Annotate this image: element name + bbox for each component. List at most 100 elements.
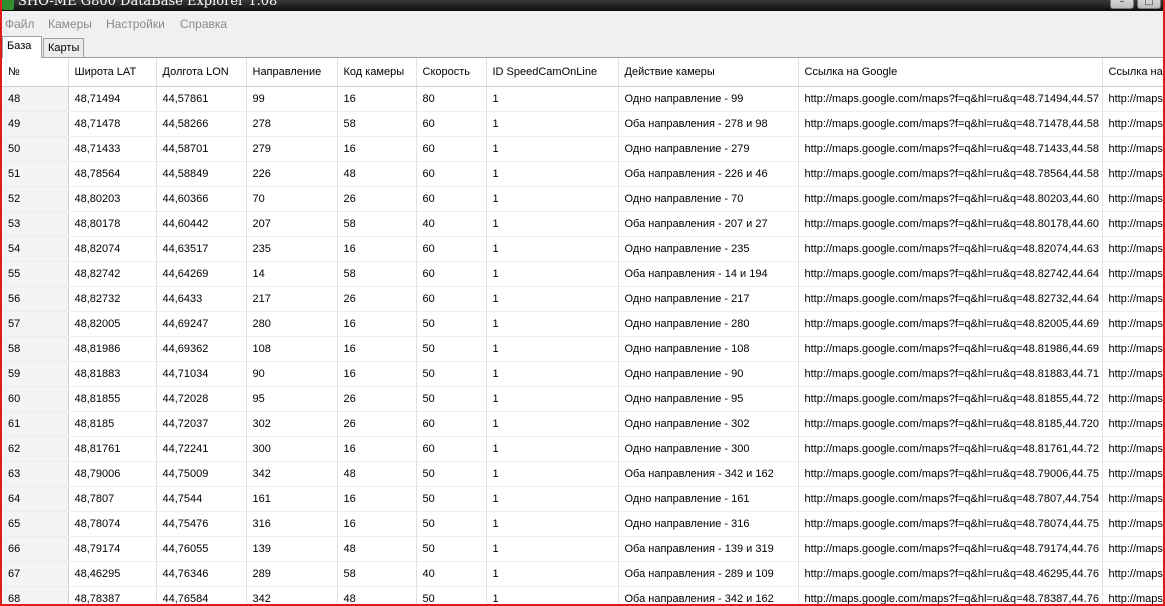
- table-cell[interactable]: http://maps: [1102, 161, 1163, 187]
- table-cell[interactable]: http://maps: [1102, 561, 1163, 587]
- table-cell[interactable]: Одно направление - 161: [618, 486, 799, 512]
- table-cell[interactable]: 16: [337, 86, 417, 112]
- table-cell[interactable]: 40: [416, 211, 487, 237]
- table-cell[interactable]: http://maps.google.com/maps?f=q&hl=ru&q=…: [798, 311, 1103, 337]
- table-cell[interactable]: 60: [416, 236, 487, 262]
- table-cell[interactable]: 1: [486, 286, 619, 312]
- table-cell[interactable]: Одно направление - 279: [618, 136, 799, 162]
- table-cell[interactable]: http://maps: [1102, 86, 1163, 112]
- table-cell[interactable]: 68: [2, 586, 69, 604]
- table-cell[interactable]: 40: [416, 561, 487, 587]
- table-cell[interactable]: 48,81986: [68, 336, 157, 362]
- table-row[interactable]: 59 48,81883 44,71034 90 16 50 1 Одно направлени…: [2, 361, 1163, 387]
- table-cell[interactable]: 16: [337, 486, 417, 512]
- table-cell[interactable]: http://maps.google.com/maps?f=q&hl=ru&q=…: [798, 161, 1103, 187]
- table-cell[interactable]: 44,72028: [156, 386, 247, 412]
- table-cell[interactable]: 62: [2, 436, 69, 462]
- table-cell[interactable]: 26: [337, 411, 417, 437]
- table-cell[interactable]: 44,64269: [156, 261, 247, 287]
- table-cell[interactable]: 108: [246, 336, 338, 362]
- table-cell[interactable]: http://maps: [1102, 511, 1163, 537]
- table-cell[interactable]: Оба направления - 14 и 194: [618, 261, 799, 287]
- table-cell[interactable]: http://maps.google.com/maps?f=q&hl=ru&q=…: [798, 186, 1103, 212]
- table-cell[interactable]: http://maps: [1102, 111, 1163, 137]
- table-cell[interactable]: 44,76584: [156, 586, 247, 604]
- table-cell[interactable]: 1: [486, 311, 619, 337]
- table-cell[interactable]: 48,78074: [68, 511, 157, 537]
- table-cell[interactable]: 278: [246, 111, 338, 137]
- table-cell[interactable]: Одно направление - 300: [618, 436, 799, 462]
- table-cell[interactable]: 60: [416, 436, 487, 462]
- table-cell[interactable]: 57: [2, 311, 69, 337]
- table-cell[interactable]: 44,57861: [156, 86, 247, 112]
- tab-database[interactable]: База: [2, 36, 42, 58]
- table-cell[interactable]: http://maps: [1102, 236, 1163, 262]
- table-cell[interactable]: Одно направление - 95: [618, 386, 799, 412]
- table-cell[interactable]: 50: [416, 486, 487, 512]
- table-cell[interactable]: http://maps: [1102, 186, 1163, 212]
- table-cell[interactable]: 342: [246, 461, 338, 487]
- table-cell[interactable]: 48,79006: [68, 461, 157, 487]
- table-cell[interactable]: http://maps.google.com/maps?f=q&hl=ru&q=…: [798, 561, 1103, 587]
- column-header[interactable]: ID SpeedCamOnLine: [486, 58, 619, 87]
- table-row[interactable]: 64 48,7807 44,7544 161 16 50 1 Одно направление…: [2, 486, 1163, 512]
- table-cell[interactable]: http://maps: [1102, 411, 1163, 437]
- table-cell[interactable]: 53: [2, 211, 69, 237]
- table-cell[interactable]: http://maps.google.com/maps?f=q&hl=ru&q=…: [798, 236, 1103, 262]
- table-cell[interactable]: http://maps: [1102, 436, 1163, 462]
- table-cell[interactable]: 60: [416, 111, 487, 137]
- table-cell[interactable]: 44,71034: [156, 361, 247, 387]
- menu-cameras[interactable]: Камеры: [48, 17, 92, 31]
- column-header[interactable]: Скорость: [416, 58, 487, 87]
- table-cell[interactable]: 48: [337, 586, 417, 604]
- table-cell[interactable]: 226: [246, 161, 338, 187]
- table-cell[interactable]: 48,71433: [68, 136, 157, 162]
- table-cell[interactable]: http://maps.google.com/maps?f=q&hl=ru&q=…: [798, 136, 1103, 162]
- table-cell[interactable]: 48,82005: [68, 311, 157, 337]
- camera-table[interactable]: № Широта LAT Долгота LON Направление Код кам…: [2, 58, 1163, 604]
- table-cell[interactable]: Оба направления - 342 и 162: [618, 586, 799, 604]
- table-cell[interactable]: 16: [337, 336, 417, 362]
- table-cell[interactable]: 64: [2, 486, 69, 512]
- table-cell[interactable]: 60: [416, 161, 487, 187]
- table-cell[interactable]: 48: [337, 161, 417, 187]
- table-cell[interactable]: Оба направления - 278 и 98: [618, 111, 799, 137]
- table-cell[interactable]: 26: [337, 286, 417, 312]
- table-cell[interactable]: 56: [2, 286, 69, 312]
- table-cell[interactable]: Одно направление - 108: [618, 336, 799, 362]
- table-row[interactable]: 68 48,78387 44,76584 342 48 50 1 Оба направлени…: [2, 586, 1163, 604]
- table-cell[interactable]: http://maps: [1102, 286, 1163, 312]
- table-cell[interactable]: 44,72241: [156, 436, 247, 462]
- table-cell[interactable]: 44,76346: [156, 561, 247, 587]
- table-cell[interactable]: http://maps: [1102, 386, 1163, 412]
- column-header[interactable]: Широта LAT: [68, 58, 157, 87]
- table-cell[interactable]: 26: [337, 186, 417, 212]
- table-row[interactable]: 61 48,8185 44,72037 302 26 60 1 Одно направлени…: [2, 411, 1163, 437]
- table-cell[interactable]: 67: [2, 561, 69, 587]
- table-row[interactable]: 50 48,71433 44,58701 279 16 60 1 Одно направлен…: [2, 136, 1163, 162]
- table-cell[interactable]: 1: [486, 336, 619, 362]
- table-cell[interactable]: http://maps.google.com/maps?f=q&hl=ru&q=…: [798, 486, 1103, 512]
- table-cell[interactable]: 48,81761: [68, 436, 157, 462]
- table-cell[interactable]: 48,71478: [68, 111, 157, 137]
- table-cell[interactable]: 1: [486, 261, 619, 287]
- table-cell[interactable]: 44,58849: [156, 161, 247, 187]
- table-cell[interactable]: 50: [416, 536, 487, 562]
- table-cell[interactable]: 50: [416, 386, 487, 412]
- table-cell[interactable]: 48: [337, 536, 417, 562]
- table-cell[interactable]: Одно направление - 316: [618, 511, 799, 537]
- table-row[interactable]: 48 48,71494 44,57861 99 16 80 1 Одно направлени…: [2, 86, 1163, 112]
- table-row[interactable]: 65 48,78074 44,75476 316 16 50 1 Одно направлен…: [2, 511, 1163, 537]
- table-cell[interactable]: 66: [2, 536, 69, 562]
- table-row[interactable]: 53 48,80178 44,60442 207 58 40 1 Оба направлени…: [2, 211, 1163, 237]
- table-cell[interactable]: 1: [486, 586, 619, 604]
- table-cell[interactable]: 302: [246, 411, 338, 437]
- table-cell[interactable]: 44,7544: [156, 486, 247, 512]
- table-cell[interactable]: 1: [486, 161, 619, 187]
- table-cell[interactable]: 48: [337, 461, 417, 487]
- table-cell[interactable]: 1: [486, 511, 619, 537]
- table-cell[interactable]: 58: [337, 211, 417, 237]
- table-cell[interactable]: 52: [2, 186, 69, 212]
- menu-help[interactable]: Справка: [180, 17, 227, 31]
- table-cell[interactable]: 59: [2, 361, 69, 387]
